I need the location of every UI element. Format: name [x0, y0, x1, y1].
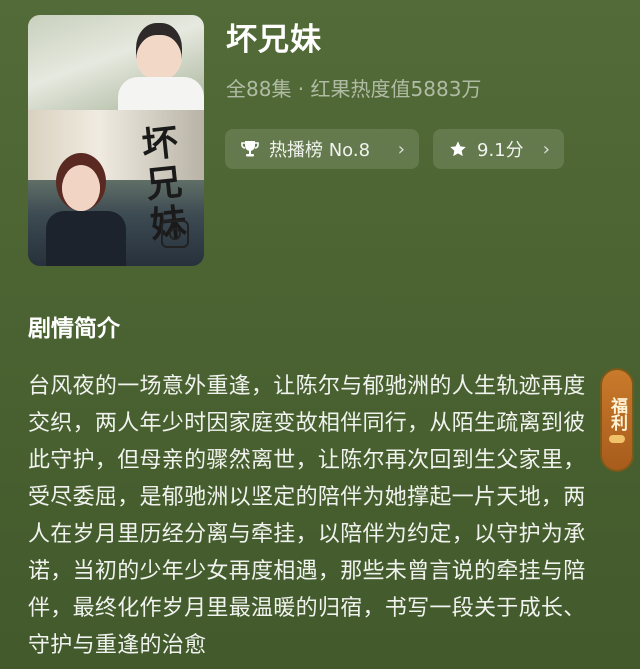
synopsis-text: 台风夜的一场意外重逢，让陈尔与郁驰洲的人生轨迹再度交织，两人年少时因家庭变故相伴…	[28, 374, 586, 658]
poster-actor-female	[62, 165, 100, 211]
chevron-right-icon: ›	[542, 138, 550, 160]
welfare-badge-indicator	[609, 435, 625, 443]
poster-actor-male	[136, 23, 182, 79]
welfare-badge-label: 福利	[607, 397, 627, 431]
synopsis-heading: 剧情简介	[28, 316, 120, 342]
welfare-badge-button[interactable]: 福利	[600, 368, 634, 472]
star-icon	[447, 138, 469, 160]
poster-actor-female-coat	[46, 211, 126, 266]
rank-chip-button[interactable]: 热播榜 No.8 ›	[225, 129, 419, 169]
camera-logo-icon	[161, 220, 189, 248]
rating-label: 9.1分	[477, 140, 524, 161]
drama-title: 坏兄妹	[226, 22, 322, 58]
episode-and-heat-meta: 全88集 · 红果热度值5883万	[226, 77, 482, 101]
poster-image[interactable]: 坏兄妹	[28, 15, 204, 266]
trophy-icon	[239, 138, 261, 160]
chevron-right-icon: ›	[397, 138, 405, 160]
rank-label: 热播榜 No.8	[269, 140, 371, 161]
rating-chip-button[interactable]: 9.1分 ›	[433, 129, 564, 169]
